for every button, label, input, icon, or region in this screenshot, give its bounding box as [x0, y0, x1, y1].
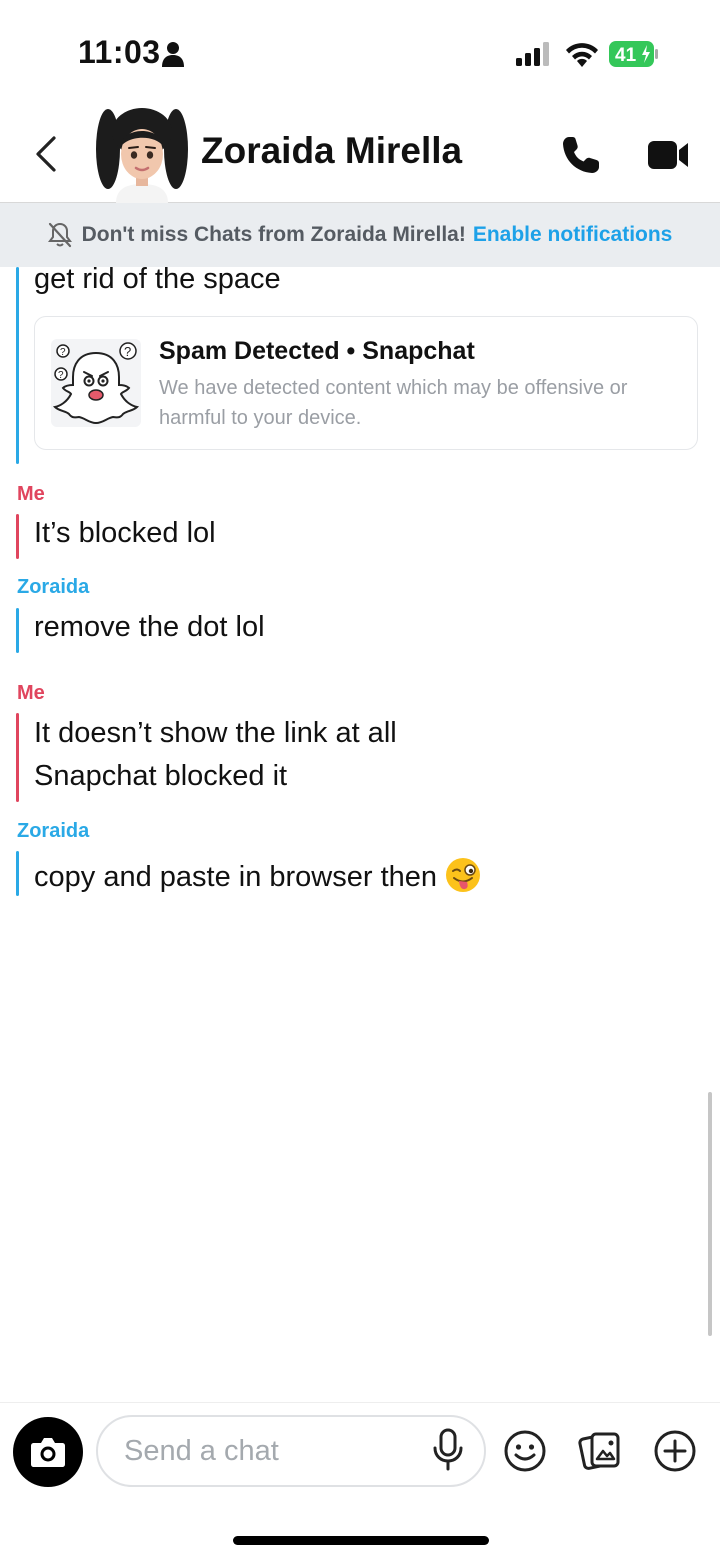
link-card-title: Spam Detected • Snapchat — [159, 337, 475, 365]
chat-input-container[interactable] — [96, 1415, 486, 1487]
chat-composer — [0, 1402, 720, 1560]
sender-label-zoraida: Zoraida — [17, 820, 90, 842]
smiley-icon[interactable] — [503, 1429, 547, 1473]
bell-off-icon — [47, 222, 72, 248]
cellular-signal-icon — [516, 42, 549, 66]
message-text: copy and paste in browser then — [34, 861, 438, 893]
memories-sticker-icon[interactable] — [578, 1429, 622, 1473]
message-bar — [16, 851, 19, 896]
message-row[interactable]: copy and paste in browser then — [34, 857, 481, 894]
notification-banner: Don't miss Chats from Zoraida Mirella! E… — [0, 203, 720, 267]
microphone-icon[interactable] — [430, 1428, 466, 1472]
contact-name[interactable]: Zoraida Mirella — [201, 130, 462, 172]
snapchat-ghost-icon: ? ? ? — [51, 339, 141, 427]
link-preview-card[interactable]: ? ? ? Spam Detected • Snapchat We have d… — [34, 316, 698, 450]
status-time: 11:03 — [78, 34, 161, 70]
message-text[interactable]: It doesn’t show the link at all — [34, 717, 397, 750]
message-bar — [16, 514, 19, 559]
enable-notifications-link[interactable]: Enable notifications — [473, 223, 673, 247]
svg-text:?: ? — [58, 370, 64, 381]
message-text[interactable]: Snapchat blocked it — [34, 760, 287, 793]
home-indicator[interactable] — [233, 1536, 489, 1545]
plus-icon[interactable] — [653, 1429, 697, 1473]
message-text[interactable]: get rid of the space — [34, 267, 281, 296]
message-bar — [16, 608, 19, 653]
message-text[interactable]: It’s blocked lol — [34, 517, 216, 550]
winking-tongue-emoji-icon — [446, 858, 481, 892]
message-bar — [16, 713, 19, 802]
link-card-description: We have detected content which may be of… — [159, 377, 628, 429]
camera-icon — [31, 1438, 65, 1467]
back-arrow-icon[interactable] — [26, 132, 66, 176]
svg-text:?: ? — [60, 347, 66, 358]
battery-level: 41 — [615, 45, 637, 66]
camera-button[interactable] — [13, 1417, 83, 1487]
chat-input[interactable] — [124, 1434, 424, 1468]
message-bar — [16, 267, 19, 464]
status-bar: 11:03 41 — [0, 0, 720, 100]
sender-label-zoraida: Zoraida — [17, 576, 90, 598]
scrollbar[interactable] — [708, 1092, 712, 1336]
message-text[interactable]: remove the dot lol — [34, 611, 265, 644]
phone-call-icon[interactable] — [560, 134, 602, 176]
svg-text:?: ? — [124, 344, 131, 359]
video-call-icon[interactable] — [646, 138, 690, 172]
message-list[interactable]: get rid of the space ? ? ? Spam Detected… — [0, 267, 720, 1402]
notification-text: Don't miss Chats from Zoraida Mirella! — [81, 223, 466, 246]
sender-label-me: Me — [17, 682, 45, 704]
chat-header: Zoraida Mirella — [0, 100, 720, 203]
person-icon — [162, 42, 184, 67]
battery-icon: 41 — [609, 41, 658, 67]
sender-label-me: Me — [17, 483, 45, 505]
avatar[interactable] — [96, 104, 188, 203]
wifi-icon — [566, 43, 598, 67]
